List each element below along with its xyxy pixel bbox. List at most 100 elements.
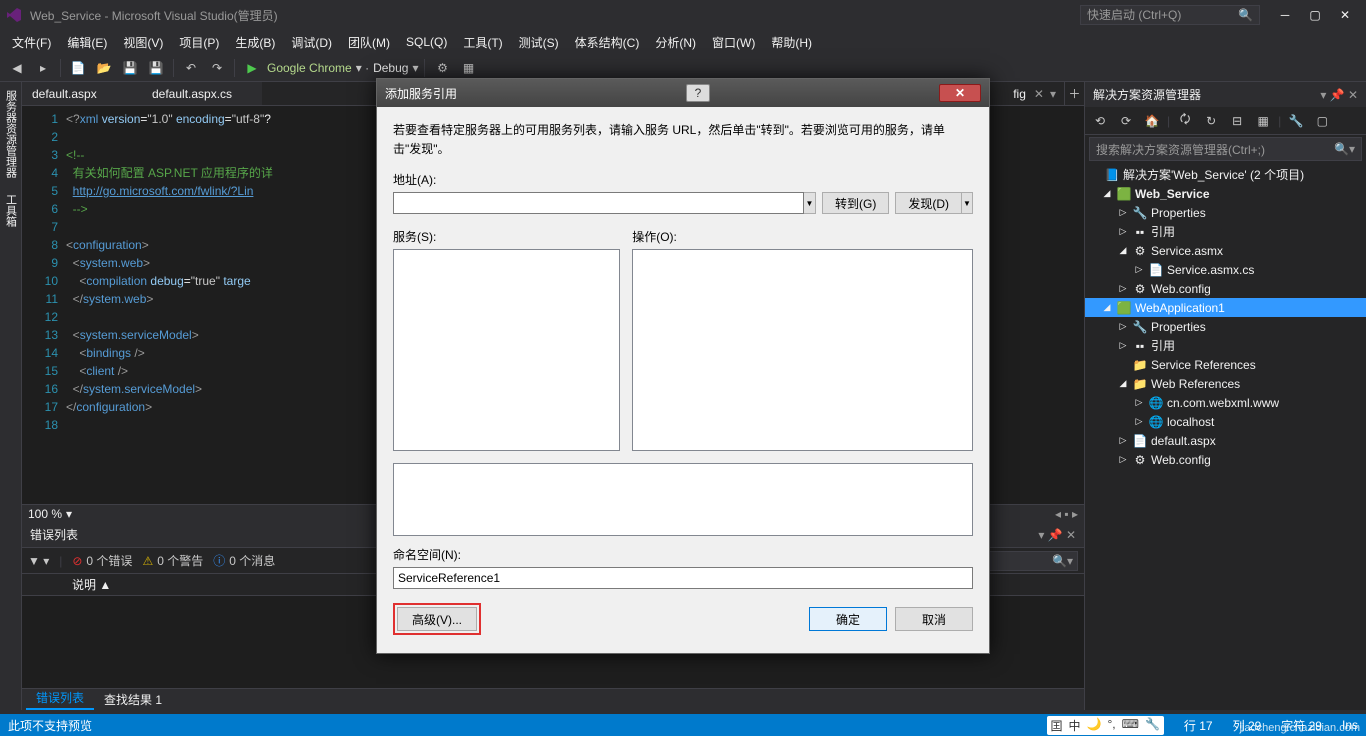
- p2-default-aspx[interactable]: ▷📄default.aspx: [1085, 431, 1366, 450]
- menu-file[interactable]: 文件(F): [4, 34, 59, 51]
- punct-icon[interactable]: °,: [1108, 717, 1116, 734]
- discover-button[interactable]: 发现(D): [895, 192, 961, 214]
- tb-misc-1[interactable]: ⚙: [431, 57, 453, 79]
- solution-node[interactable]: 📘解决方案'Web_Service' (2 个项目): [1085, 165, 1366, 184]
- p2-properties[interactable]: ▷🔧Properties: [1085, 317, 1366, 336]
- minimize-button[interactable]: ─: [1270, 8, 1300, 22]
- zoom-dropdown[interactable]: 100 %: [28, 507, 62, 521]
- saveall-icon[interactable]: 💾: [145, 57, 167, 79]
- se-collapse-icon[interactable]: ⊟: [1226, 110, 1248, 132]
- p1-webconfig[interactable]: ▷⚙Web.config: [1085, 279, 1366, 298]
- p2-web-references[interactable]: ◢📁Web References: [1085, 374, 1366, 393]
- p1-properties[interactable]: ▷🔧Properties: [1085, 203, 1366, 222]
- menu-debug[interactable]: 调试(D): [283, 34, 340, 51]
- run-target-dropdown[interactable]: Google Chrome: [267, 61, 352, 75]
- warnings-filter[interactable]: ⚠ 0 个警告: [142, 552, 203, 569]
- server-explorer-tab[interactable]: 服务器资源管理器: [1, 82, 21, 186]
- p2-webref-localhost[interactable]: ▷🌐localhost: [1085, 412, 1366, 431]
- menu-tools[interactable]: 工具(T): [455, 34, 510, 51]
- se-refresh-icon[interactable]: ↻: [1200, 110, 1222, 132]
- tab-default-aspx-cs[interactable]: default.aspx.cs: [142, 82, 262, 105]
- tab-webconfig[interactable]: fig ✕ ▾: [1005, 82, 1064, 105]
- p2-references[interactable]: ▷▪▪引用: [1085, 336, 1366, 355]
- se-showall-icon[interactable]: ▦: [1252, 110, 1274, 132]
- bottom-output-tabs: 错误列表 查找结果 1: [22, 688, 1084, 710]
- se-preview-icon[interactable]: ▢: [1311, 110, 1333, 132]
- tabs-dropdown-icon[interactable]: ▾: [1050, 87, 1056, 101]
- quick-launch-box[interactable]: 快速启动 (Ctrl+Q) 🔍: [1080, 5, 1260, 25]
- se-sync-icon[interactable]: 🗘: [1174, 110, 1196, 132]
- status-icons[interactable]: 囯 中 🌙 °, ⌨ 🔧: [1047, 716, 1164, 735]
- new-project-icon[interactable]: 📄: [67, 57, 89, 79]
- dialog-help-button[interactable]: ?: [686, 84, 710, 102]
- solution-tree[interactable]: 📘解决方案'Web_Service' (2 个项目) ◢🟩Web_Service…: [1085, 163, 1366, 710]
- menu-arch[interactable]: 体系结构(C): [567, 34, 648, 51]
- address-input[interactable]: [393, 192, 804, 214]
- dialog-titlebar[interactable]: 添加服务引用 ? ✕: [377, 79, 989, 107]
- advanced-highlight: 高级(V)...: [393, 603, 481, 635]
- p1-service-asmx[interactable]: ◢⚙Service.asmx: [1085, 241, 1366, 260]
- goto-button[interactable]: 转到(G): [822, 192, 889, 214]
- lang-icon[interactable]: 中: [1069, 717, 1081, 734]
- undo-icon[interactable]: ↶: [180, 57, 202, 79]
- project-webapplication1[interactable]: ◢🟩WebApplication1: [1085, 298, 1366, 317]
- p2-webref-webxml[interactable]: ▷🌐cn.com.webxml.www: [1085, 393, 1366, 412]
- p1-service-asmx-cs[interactable]: ▷📄Service.asmx.cs: [1085, 260, 1366, 279]
- advanced-button[interactable]: 高级(V)...: [397, 607, 477, 631]
- add-tab-icon[interactable]: ＋: [1064, 82, 1084, 105]
- nav-back-icon[interactable]: ◀: [6, 57, 28, 79]
- se-back-icon[interactable]: ⟳: [1115, 110, 1137, 132]
- moon-icon[interactable]: 🌙: [1087, 717, 1102, 734]
- close-icon[interactable]: ✕: [1034, 87, 1044, 101]
- tb-misc-2[interactable]: ▦: [457, 57, 479, 79]
- menu-build[interactable]: 生成(B): [227, 34, 283, 51]
- start-icon[interactable]: ▶: [241, 57, 263, 79]
- filter-dropdown[interactable]: ▼ ▾: [28, 554, 49, 568]
- description-column[interactable]: 说明 ▲: [72, 576, 111, 593]
- menu-view[interactable]: 视图(V): [115, 34, 171, 51]
- dialog-close-button[interactable]: ✕: [939, 84, 981, 102]
- address-dropdown-icon[interactable]: ▼: [804, 192, 816, 214]
- services-listbox[interactable]: [393, 249, 620, 451]
- maximize-button[interactable]: ▢: [1300, 8, 1330, 22]
- p1-references[interactable]: ▷▪▪引用: [1085, 222, 1366, 241]
- operations-listbox[interactable]: [632, 249, 973, 451]
- menu-window[interactable]: 窗口(W): [704, 34, 763, 51]
- open-icon[interactable]: 📂: [93, 57, 115, 79]
- menu-project[interactable]: 项目(P): [171, 34, 227, 51]
- discover-dropdown-icon[interactable]: ▼: [961, 192, 973, 214]
- error-list-tab[interactable]: 错误列表: [26, 687, 94, 710]
- toolbox-tab[interactable]: 工具箱: [1, 186, 21, 235]
- menu-edit[interactable]: 编辑(E): [59, 34, 115, 51]
- pin-icon[interactable]: ▾ 📌 ✕: [1038, 528, 1076, 542]
- settings-icon[interactable]: 🔧: [1145, 717, 1160, 734]
- cancel-button[interactable]: 取消: [895, 607, 973, 631]
- messages-filter[interactable]: ⓘ 0 个消息: [213, 552, 275, 569]
- se-house-icon[interactable]: 🏠: [1141, 110, 1163, 132]
- ok-button[interactable]: 确定: [809, 607, 887, 631]
- config-dropdown[interactable]: Debug: [373, 61, 408, 75]
- globe-icon: 🌐: [1148, 414, 1164, 430]
- p2-webconfig[interactable]: ▷⚙Web.config: [1085, 450, 1366, 469]
- save-icon[interactable]: 💾: [119, 57, 141, 79]
- project-webservice[interactable]: ◢🟩Web_Service: [1085, 184, 1366, 203]
- nav-fwd-icon[interactable]: ▸: [32, 57, 54, 79]
- panel-controls[interactable]: ▾ 📌 ✕: [1320, 88, 1358, 102]
- menu-analyze[interactable]: 分析(N): [647, 34, 704, 51]
- find-results-tab[interactable]: 查找结果 1: [94, 689, 172, 710]
- redo-icon[interactable]: ↷: [206, 57, 228, 79]
- menu-sql[interactable]: SQL(Q): [398, 35, 455, 49]
- namespace-input[interactable]: [393, 567, 973, 589]
- errors-filter[interactable]: ⊘ 0 个错误: [72, 552, 132, 569]
- close-button[interactable]: ✕: [1330, 8, 1360, 22]
- p2-service-references[interactable]: 📁Service References: [1085, 355, 1366, 374]
- menu-help[interactable]: 帮助(H): [763, 34, 820, 51]
- se-properties-icon[interactable]: 🔧: [1285, 110, 1307, 132]
- solution-search-box[interactable]: 搜索解决方案资源管理器(Ctrl+;) 🔍▾: [1089, 137, 1362, 161]
- menu-team[interactable]: 团队(M): [340, 34, 398, 51]
- tab-default-aspx[interactable]: default.aspx: [22, 82, 142, 105]
- menu-test[interactable]: 测试(S): [511, 34, 567, 51]
- ime-icon[interactable]: 囯: [1051, 717, 1063, 734]
- keyboard-icon[interactable]: ⌨: [1122, 717, 1139, 734]
- se-home-icon[interactable]: ⟲: [1089, 110, 1111, 132]
